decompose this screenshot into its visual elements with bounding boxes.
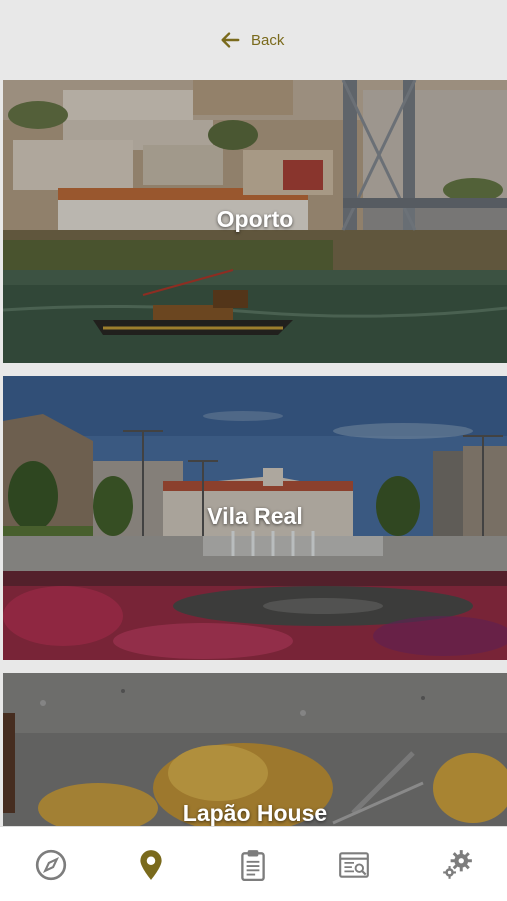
clipboard-icon	[241, 850, 265, 882]
card-title: Oporto	[216, 206, 294, 232]
header: Back	[0, 0, 507, 80]
destination-list[interactable]: Oporto Vila Real Lapão House	[0, 80, 507, 826]
tab-explore[interactable]	[31, 845, 71, 885]
arrow-left-icon	[221, 32, 240, 48]
news-icon	[339, 852, 369, 878]
back-label: Back	[251, 31, 285, 49]
tab-places[interactable]	[131, 845, 171, 885]
tab-settings[interactable]	[437, 845, 477, 885]
card-title: Vila Real	[207, 503, 303, 529]
gears-icon	[443, 850, 472, 879]
location-pin-icon	[140, 850, 162, 880]
destination-card-oporto[interactable]: Oporto	[3, 80, 507, 363]
tab-clipboard[interactable]	[233, 845, 273, 885]
compass-icon	[35, 849, 67, 881]
back-button[interactable]: Back	[219, 28, 284, 52]
destination-card-vila-real[interactable]: Vila Real	[3, 376, 507, 660]
card-title: Lapão House	[182, 800, 328, 826]
bottom-tab-bar	[0, 826, 507, 901]
destination-card-lapao-house[interactable]: Lapão House	[3, 673, 507, 826]
tab-news[interactable]	[334, 845, 374, 885]
